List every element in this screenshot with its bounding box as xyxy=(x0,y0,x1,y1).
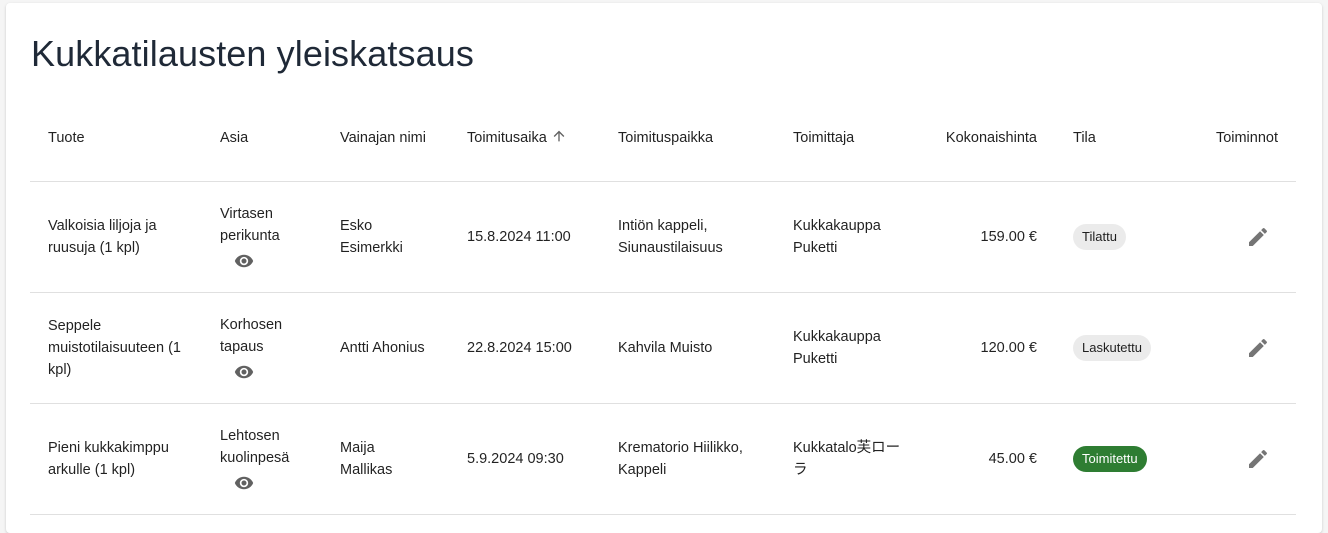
orders-card: Kukkatilausten yleiskatsaus Tuote Asia V… xyxy=(6,3,1322,533)
edit-button[interactable] xyxy=(1238,439,1278,479)
cell-product: Seppele muistotilaisuuteen (1 kpl) xyxy=(30,292,202,404)
table-row: Seppele muistotilaisuuteen (1 kpl) Korho… xyxy=(30,292,1296,404)
cell-status: Tilattu xyxy=(1055,181,1172,293)
eye-icon[interactable] xyxy=(234,362,254,382)
pencil-icon xyxy=(1249,227,1268,246)
cell-status: Toimitettu xyxy=(1055,403,1172,515)
cell-product: Valkoisia liljoja ja ruusuja (1 kpl) xyxy=(30,181,202,293)
cell-delivery-time: 15.8.2024 11:00 xyxy=(449,181,600,293)
column-header-product[interactable]: Tuote xyxy=(30,97,202,182)
cell-actions xyxy=(1172,403,1296,515)
cell-total: 159.00 € xyxy=(925,181,1055,293)
orders-table: Tuote Asia Vainajan nimi Toimitusaika To… xyxy=(30,97,1296,515)
pencil-icon xyxy=(1249,449,1268,468)
cell-matter: Virtasen perikunta xyxy=(202,181,322,293)
cell-delivery-time: 22.8.2024 15:00 xyxy=(449,292,600,404)
cell-actions xyxy=(1172,292,1296,404)
cell-delivery-time: 5.9.2024 09:30 xyxy=(449,403,600,515)
column-header-status[interactable]: Tila xyxy=(1055,97,1172,182)
cell-product: Pieni kukkakimppu arkulle (1 kpl) xyxy=(30,403,202,515)
status-badge: Tilattu xyxy=(1073,223,1126,250)
eye-icon[interactable] xyxy=(234,251,254,271)
edit-button[interactable] xyxy=(1238,328,1278,368)
column-header-total[interactable]: Kokonaishinta xyxy=(925,97,1055,182)
table-row: Pieni kukkakimppu arkulle (1 kpl) Lehtos… xyxy=(30,403,1296,515)
cell-deceased: Maija Mallikas xyxy=(322,403,449,515)
matter-label: Korhosen tapaus xyxy=(220,316,283,355)
status-badge: Toimitettu xyxy=(1073,445,1147,472)
cell-status: Laskutettu xyxy=(1055,292,1172,404)
arrow-up-icon xyxy=(553,130,565,142)
cell-total: 45.00 € xyxy=(925,403,1055,515)
cell-matter: Korhosen tapaus xyxy=(202,292,322,404)
cell-actions xyxy=(1172,181,1296,293)
cell-delivery-place: Kahvila Muisto xyxy=(600,292,775,404)
column-header-deceased[interactable]: Vainajan nimi xyxy=(322,97,449,182)
edit-button[interactable] xyxy=(1238,217,1278,257)
eye-icon[interactable] xyxy=(234,473,254,493)
matter-label: Virtasen perikunta xyxy=(220,205,280,244)
column-header-deceased-label: Vainajan nimi xyxy=(340,130,426,147)
column-header-actions: Toiminnot xyxy=(1172,97,1296,182)
column-header-supplier[interactable]: Toimittaja xyxy=(775,97,925,182)
column-header-delivery-time-label: Toimitusaika xyxy=(467,130,547,147)
status-badge: Laskutettu xyxy=(1073,334,1151,361)
pencil-icon xyxy=(1249,338,1268,357)
cell-deceased: Esko Esimerkki xyxy=(322,181,449,293)
column-header-delivery-time[interactable]: Toimitusaika xyxy=(449,97,600,182)
cell-matter: Lehtosen kuolinpesä xyxy=(202,403,322,515)
cell-total: 120.00 € xyxy=(925,292,1055,404)
cell-supplier: Kukkakauppa Puketti xyxy=(775,292,925,404)
page-title: Kukkatilausten yleiskatsaus xyxy=(31,33,474,74)
column-header-matter[interactable]: Asia xyxy=(202,97,322,182)
cell-delivery-place: Krematorio Hiilikko, Kappeli xyxy=(600,403,775,515)
cell-delivery-place: Intiön kappeli, Siunaustilaisuus xyxy=(600,181,775,293)
cell-supplier: Kukkakauppa Puketti xyxy=(775,181,925,293)
table-header-row: Tuote Asia Vainajan nimi Toimitusaika To… xyxy=(30,97,1296,182)
cell-deceased: Antti Ahonius xyxy=(322,292,449,404)
matter-label: Lehtosen kuolinpesä xyxy=(220,427,290,466)
cell-supplier: Kukkatalo芙ローラ xyxy=(775,403,925,515)
table-row: Valkoisia liljoja ja ruusuja (1 kpl) Vir… xyxy=(30,181,1296,293)
column-header-delivery-place[interactable]: Toimituspaikka xyxy=(600,97,775,182)
